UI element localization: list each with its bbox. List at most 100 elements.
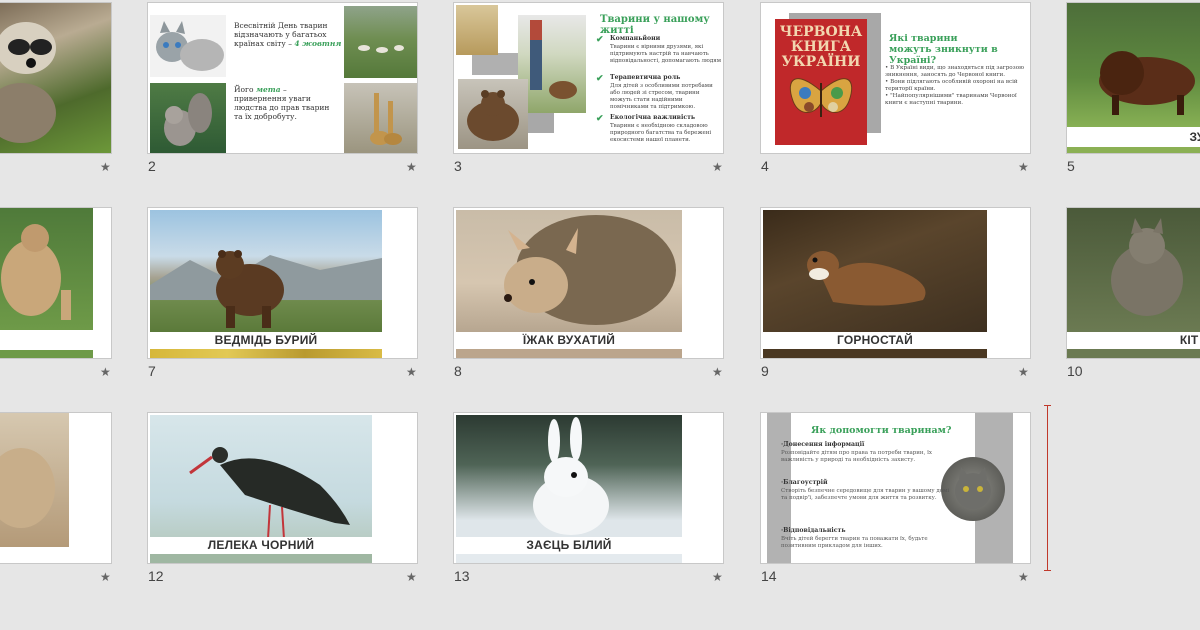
squirrel-photo — [150, 83, 226, 153]
lynx-photo — [0, 208, 93, 330]
bullet-heading: Екологічна важливість — [610, 114, 696, 121]
slide-thumbnail-5[interactable]: ЗУ — [1066, 2, 1200, 154]
brown-bear-photo — [150, 210, 382, 332]
slide-caption: КІТ ЛІ — [1067, 332, 1200, 349]
red-book-title: ЧЕРВОНА КНИГА УКРАЇНИ — [779, 24, 863, 70]
flower-strip — [150, 349, 382, 358]
slide-thumbnail-3[interactable]: Тварини у нашому житті ✔ Компаньйони Тва… — [453, 2, 724, 154]
slide-number-8: 8 — [454, 363, 462, 379]
raccoon-illustration — [0, 22, 56, 143]
wildcat-photo — [1067, 208, 1200, 332]
gray-accent-block — [472, 53, 522, 75]
slide-number-2: 2 — [148, 158, 156, 174]
black-stork-photo — [150, 415, 372, 539]
slide-thumbnail-4[interactable]: ЧЕРВОНА КНИГА УКРАЇНИ Які тварини можуть… — [760, 2, 1031, 154]
checkmark-icon: ✔ — [596, 73, 604, 83]
bullet-text: Тварини є вірними друзями, які підтримую… — [610, 44, 721, 64]
slide-number-12: 12 — [148, 568, 164, 584]
bullet-text: Тварини є необхідною складовою природног… — [610, 123, 712, 143]
slide-thumbnail-10[interactable]: КІТ ЛІ — [1066, 207, 1200, 359]
bullet-heading: Терапевтична роль — [610, 74, 681, 81]
ground-strip — [456, 349, 682, 358]
red-book-bullet: • В Україні види, що знаходяться під заг… — [885, 65, 1024, 106]
grass-strip — [0, 350, 93, 358]
slide-thumbnail-7[interactable]: ВЕДМІДЬ БУРИЙ — [147, 207, 418, 359]
checkmark-icon: ✔ — [596, 113, 604, 123]
slide-number-13: 13 — [454, 568, 470, 584]
favorite-star-icon[interactable]: ★ — [100, 570, 111, 584]
slide-thumbnail-11[interactable] — [0, 412, 112, 564]
favorite-star-icon[interactable]: ★ — [406, 160, 417, 174]
goal-emphasis: мета — [255, 85, 281, 94]
favorite-star-icon[interactable]: ★ — [406, 570, 417, 584]
help-section-heading: ·Відповідальність — [781, 527, 846, 534]
slide-thumbnail-12[interactable]: ЛЕЛЕКА ЧОРНИЙ — [147, 412, 418, 564]
slide-caption: ЗУ — [1067, 127, 1200, 147]
giraffes-photo — [344, 83, 417, 153]
slide-thumbnail-9[interactable]: ГОРНОСТАЙ — [760, 207, 1031, 359]
red-book-cover: ЧЕРВОНА КНИГА УКРАЇНИ — [775, 19, 867, 145]
slide-number-3: 3 — [454, 158, 462, 174]
slide-14-title: Як допомогти тваринам? — [811, 425, 952, 436]
grass-strip — [1067, 349, 1200, 358]
kitten-photo — [150, 15, 226, 77]
favorite-star-icon[interactable]: ★ — [100, 160, 111, 174]
help-section-heading: ·Благоустрій — [781, 479, 828, 486]
people-with-animals-photo — [456, 5, 498, 55]
slide-number-5: 5 — [1067, 158, 1075, 174]
help-section-text: Розповідайте дітям про права та потреби … — [781, 450, 932, 463]
favorite-star-icon[interactable]: ★ — [1018, 160, 1029, 174]
raccoon-photo — [0, 3, 111, 153]
bear-photo — [458, 79, 528, 149]
bison-photo — [1067, 3, 1200, 127]
slide-thumbnail-13[interactable]: ЗАЄЦЬ БІЛИЙ — [453, 412, 724, 564]
favorite-star-icon[interactable]: ★ — [100, 365, 111, 379]
favorite-star-icon[interactable]: ★ — [712, 570, 723, 584]
slide-3-title: Тварини у нашому житті — [600, 14, 710, 36]
help-section-text: Створіть безпечне середовище для тварин … — [781, 488, 950, 501]
slide-number-14: 14 — [761, 568, 777, 584]
grass-strip — [1067, 147, 1200, 153]
slide-thumbnail-6[interactable] — [0, 207, 112, 359]
slide-4-title: Які тварини можуть зникнути в Україні? — [889, 33, 998, 66]
animal-photo — [0, 413, 69, 547]
insertion-marker-cap-top — [1044, 405, 1051, 406]
leaves-strip — [763, 349, 987, 358]
white-hare-photo — [456, 415, 682, 539]
help-section-heading: ·Донесення інформації — [781, 441, 865, 448]
insertion-marker-cap-bottom — [1044, 570, 1051, 571]
favorite-star-icon[interactable]: ★ — [406, 365, 417, 379]
goal-text: Його мета – привернення уваги людства до… — [234, 85, 339, 121]
insertion-marker — [1047, 405, 1048, 571]
checkmark-icon: ✔ — [596, 34, 604, 44]
slide-caption: ЗАЄЦЬ БІЛИЙ — [456, 537, 682, 554]
favorite-star-icon[interactable]: ★ — [1018, 365, 1029, 379]
slide-number-4: 4 — [761, 158, 769, 174]
slide-thumbnail-14[interactable]: Як допомогти тваринам? ·Донесення інформ… — [760, 412, 1031, 564]
bullet-heading: Компаньйони — [610, 35, 661, 42]
slide-number-9: 9 — [761, 363, 769, 379]
animal-day-date: 4 жовтня — [294, 39, 342, 48]
slide-caption: ГОРНОСТАЙ — [763, 332, 987, 349]
slide-caption: ЛЕЛЕКА ЧОРНИЙ — [150, 537, 372, 554]
long-eared-hedgehog-photo — [456, 210, 682, 332]
water-strip — [150, 554, 372, 563]
man-walking-dog-photo — [518, 15, 586, 113]
slide-caption: ЇЖАК ВУХАТИЙ — [456, 332, 682, 349]
slide-caption: ВЕДМІДЬ БУРИЙ — [150, 332, 382, 349]
slide-thumbnail-2[interactable]: Всесвітній День тварин відзначають у баг… — [147, 2, 418, 154]
favorite-star-icon[interactable]: ★ — [1018, 570, 1029, 584]
favorite-star-icon[interactable]: ★ — [712, 160, 723, 174]
goal-prefix: Його — [234, 85, 254, 94]
snow-strip — [456, 554, 682, 563]
slide-number-7: 7 — [148, 363, 156, 379]
slide-thumbnail-1[interactable] — [0, 2, 112, 154]
stoat-photo — [763, 210, 987, 332]
world-animal-day-text: Всесвітній День тварин відзначають у баг… — [234, 21, 344, 48]
bullet-text: Для дітей з особливими потребами або люд… — [610, 83, 713, 110]
favorite-star-icon[interactable]: ★ — [712, 365, 723, 379]
slide-number-10: 10 — [1067, 363, 1083, 379]
slide-thumbnail-8[interactable]: ЇЖАК ВУХАТИЙ — [453, 207, 724, 359]
goats-field-photo — [344, 6, 417, 78]
help-section-text: Вчіть дітей берегти тварин та поважати ї… — [781, 536, 928, 549]
